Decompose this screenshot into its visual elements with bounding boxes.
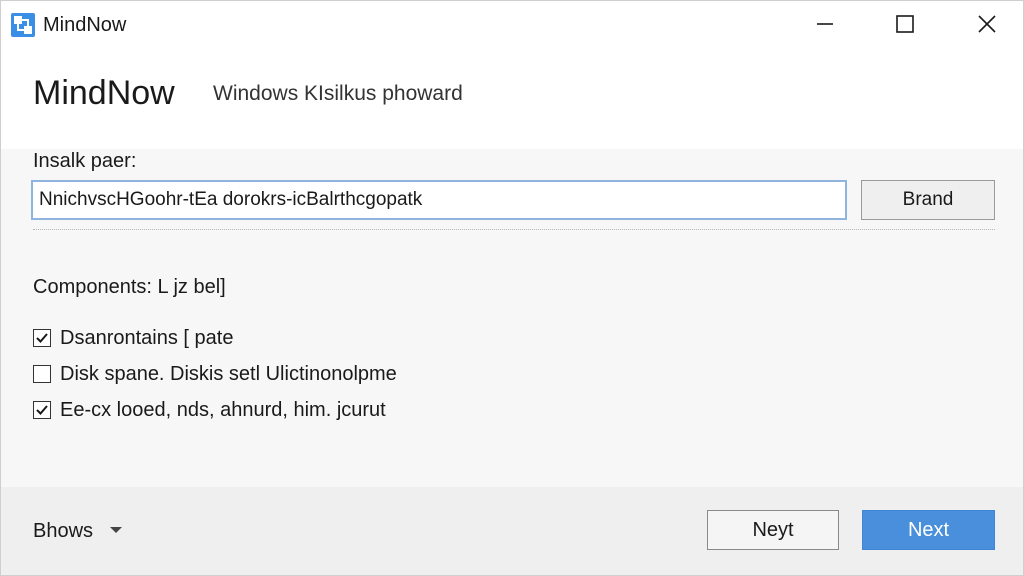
page-subtitle: Windows KIsilkus phoward xyxy=(213,82,463,105)
component-checkbox-1[interactable]: Dsanrontains [ pate xyxy=(33,326,233,350)
component-checkbox-3[interactable]: Ee-cx looed, nds, ahnurd, him. jcurut xyxy=(33,398,386,422)
content-panel: Insalk paer: Brand Components: L jz bel]… xyxy=(1,149,1023,487)
checkbox[interactable] xyxy=(33,365,51,383)
minimize-button[interactable] xyxy=(795,1,855,47)
maximize-icon xyxy=(895,14,915,34)
header: MindNow Windows KIsilkus phoward xyxy=(1,47,1023,149)
components-label: Components: L jz bel] xyxy=(33,276,226,298)
installer-window: MindNow MindNow Windows KIsilkus phoward… xyxy=(0,0,1024,576)
secondary-next-button[interactable]: Neyt xyxy=(707,510,839,550)
divider xyxy=(33,229,995,230)
component-checkbox-2[interactable]: Disk spane. Diskis setl Ulictinonolpme xyxy=(33,362,397,386)
footer: Bhows Neyt Next xyxy=(1,487,1023,575)
title-bar[interactable]: MindNow xyxy=(1,1,1023,47)
install-path-label: Insalk paer: xyxy=(33,150,137,172)
checkbox[interactable] xyxy=(33,329,51,347)
checkbox[interactable] xyxy=(33,401,51,419)
checkmark-icon xyxy=(36,405,48,415)
close-button[interactable] xyxy=(957,1,1017,47)
app-logo-icon xyxy=(11,13,35,37)
close-icon xyxy=(977,14,997,34)
install-path-input[interactable] xyxy=(31,180,847,220)
component-label: Ee-cx looed, nds, ahnurd, him. jcurut xyxy=(60,399,386,421)
checkmark-icon xyxy=(36,333,48,343)
maximize-button[interactable] xyxy=(875,1,935,47)
options-dropdown[interactable]: Bhows xyxy=(33,517,123,545)
component-label: Dsanrontains [ pate xyxy=(60,327,234,349)
minimize-icon xyxy=(815,14,835,34)
dropdown-label: Bhows xyxy=(33,519,94,542)
window-title: MindNow xyxy=(43,14,127,36)
page-title: MindNow xyxy=(33,74,175,112)
component-label: Disk spane. Diskis setl Ulictinonolpme xyxy=(60,363,397,385)
chevron-down-icon xyxy=(109,522,123,540)
next-button[interactable]: Next xyxy=(862,510,995,550)
browse-button[interactable]: Brand xyxy=(861,180,995,220)
